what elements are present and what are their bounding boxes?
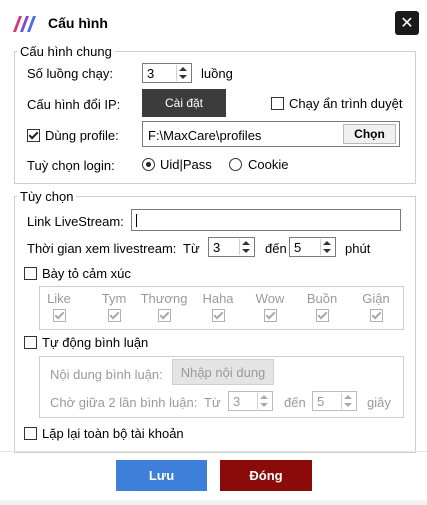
watch-from-value: 3 xyxy=(213,240,221,255)
enter-content-button: Nhập nội dung xyxy=(172,359,274,385)
minutes-unit: phút xyxy=(345,241,371,256)
reaction-checkbox xyxy=(53,309,66,322)
enter-content-label: Nhập nội dung xyxy=(180,364,266,380)
comment-content-label: Nội dung bình luận: xyxy=(50,367,163,382)
login-cookie-label: Cookie xyxy=(248,157,289,172)
ip-config-label: Cấu hình đổi IP: xyxy=(27,97,121,112)
comment-to-value: 5 xyxy=(317,394,325,409)
watch-to-label: đến xyxy=(265,241,287,256)
reaction-label: Giận xyxy=(362,291,390,306)
options-group-legend: Tùy chọn xyxy=(17,189,77,204)
livestream-label: Link LiveStream: xyxy=(27,214,124,229)
choose-profile-button[interactable]: Chọn xyxy=(343,124,396,144)
login-cookie-radio[interactable] xyxy=(229,158,242,171)
threads-unit: luồng xyxy=(201,66,233,81)
hidden-browser-checkbox[interactable] xyxy=(271,97,284,110)
use-profile-label: Dùng profile: xyxy=(45,128,119,143)
reaction-checkbox xyxy=(370,309,383,322)
reaction-checkbox xyxy=(158,309,171,322)
comment-from-label: Từ xyxy=(204,395,221,410)
threads-value: 3 xyxy=(147,66,155,81)
footer-divider xyxy=(0,451,427,452)
save-label: Lưu xyxy=(148,468,175,483)
reaction-checkbox xyxy=(264,309,277,322)
close-button[interactable]: Đóng xyxy=(220,460,312,491)
choose-profile-label: Chọn xyxy=(354,127,385,141)
window-bottom-edge xyxy=(0,500,427,505)
livestream-input[interactable] xyxy=(131,209,401,231)
close-window-button[interactable]: ✕ xyxy=(395,11,419,35)
reactions-label: Bày tỏ cảm xúc xyxy=(42,266,131,281)
comment-wait-label: Chờ giữa 2 lần bình luận: xyxy=(50,395,198,410)
save-button[interactable]: Lưu xyxy=(116,460,207,491)
profile-path-value: F:\MaxCare\profiles xyxy=(148,128,262,143)
reaction-checkbox xyxy=(316,309,329,322)
login-option-label: Tuỳ chọn login: xyxy=(27,158,115,173)
repeat-accounts-checkbox[interactable] xyxy=(24,427,37,440)
comment-to-stepper: 5 xyxy=(312,391,357,411)
ip-settings-button[interactable]: Cài đặt xyxy=(142,89,226,117)
login-uidpass-label: Uid|Pass xyxy=(160,157,212,172)
comment-to-label: đến xyxy=(284,395,306,410)
stepper-arrows-icon xyxy=(341,393,355,409)
stepper-arrows-icon[interactable] xyxy=(239,239,253,255)
general-group-legend: Cấu hình chung xyxy=(17,44,115,59)
hidden-browser-label: Chạy ẩn trình duyệt xyxy=(289,96,403,111)
watch-from-stepper[interactable]: 3 xyxy=(208,237,255,257)
threads-label: Số luồng chạy: xyxy=(27,66,114,81)
reaction-checkbox xyxy=(212,309,225,322)
login-uidpass-radio[interactable] xyxy=(142,158,155,171)
window-title: Cấu hình xyxy=(48,15,108,31)
close-label: Đóng xyxy=(249,468,283,483)
stepper-arrows-icon xyxy=(257,393,271,409)
repeat-accounts-label: Lặp lại toàn bộ tài khoản xyxy=(42,426,184,441)
auto-comment-label: Tự động bình luận xyxy=(42,335,149,350)
text-cursor xyxy=(136,214,137,227)
threads-stepper[interactable]: 3 xyxy=(142,63,192,83)
stepper-arrows-icon[interactable] xyxy=(176,65,190,81)
close-icon: ✕ xyxy=(400,15,414,32)
use-profile-checkbox[interactable] xyxy=(27,129,40,142)
reaction-checkbox xyxy=(108,309,121,322)
watch-to-stepper[interactable]: 5 xyxy=(289,237,336,257)
watch-to-value: 5 xyxy=(294,240,302,255)
auto-comment-checkbox[interactable] xyxy=(24,336,37,349)
seconds-unit: giây xyxy=(367,395,391,410)
comment-from-stepper: 3 xyxy=(228,391,273,411)
watch-time-label: Thời gian xem livestream: xyxy=(27,241,177,256)
reactions-checkbox[interactable] xyxy=(24,267,37,280)
app-logo-icon xyxy=(10,10,42,36)
watch-from-label: Từ xyxy=(183,241,200,256)
stepper-arrows-icon[interactable] xyxy=(320,239,334,255)
comment-from-value: 3 xyxy=(233,394,241,409)
